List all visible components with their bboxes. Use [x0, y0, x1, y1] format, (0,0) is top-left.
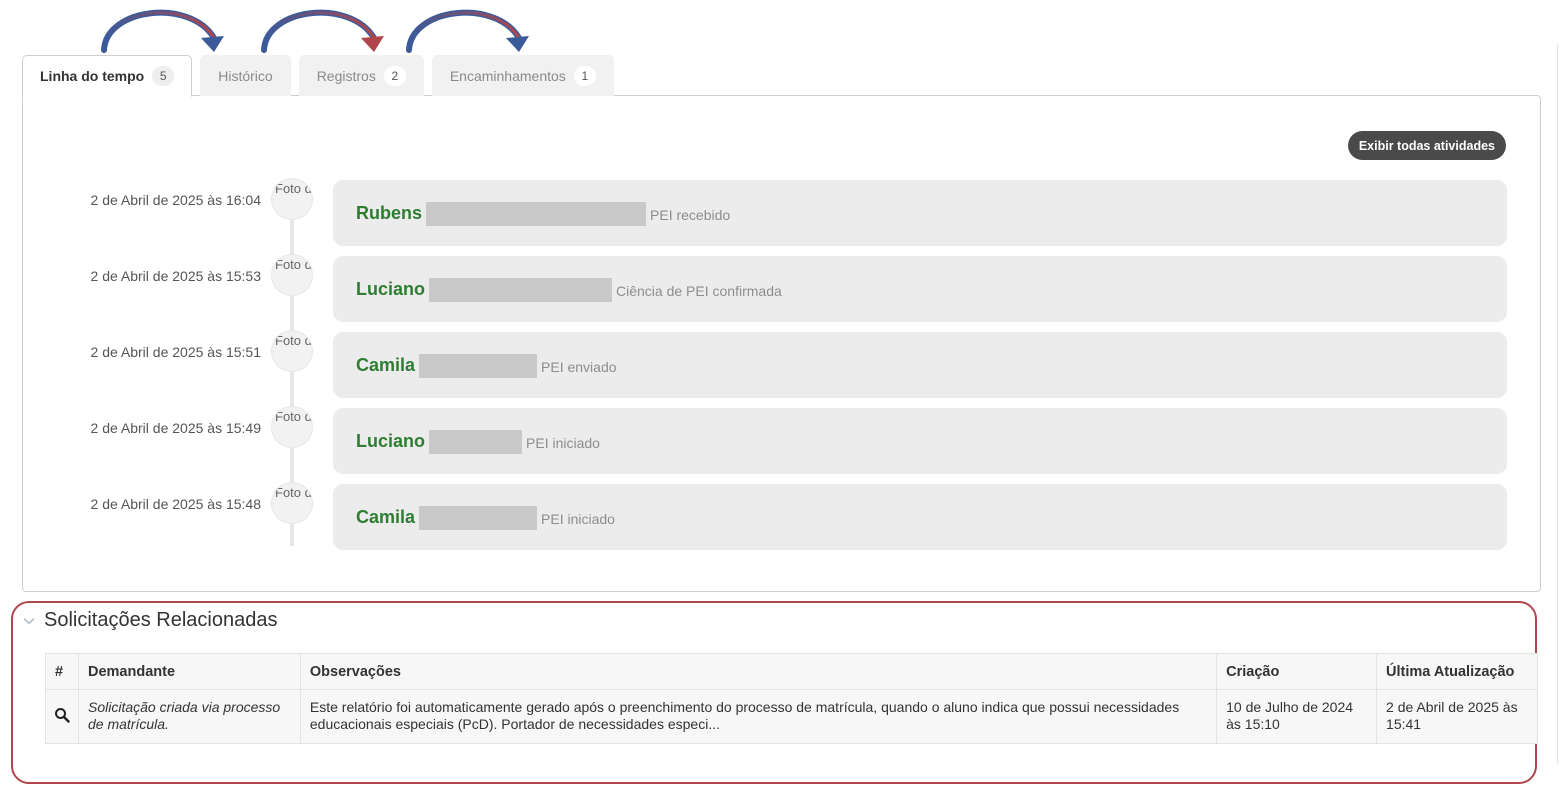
search-icon[interactable]	[54, 707, 70, 723]
timeline-event: 2 de Abril de 2025 às 15:53 Foto de perfi…	[23, 254, 1542, 322]
tab-count-badge: 5	[152, 66, 175, 86]
avatar: Foto de perfil	[271, 406, 313, 448]
column-header-demandante: Demandante	[77, 653, 301, 690]
avatar: Foto de perfil	[271, 330, 313, 372]
avatar-alt-text: Foto de perfil	[275, 485, 312, 500]
redacted-surname	[419, 354, 538, 378]
view-cell[interactable]	[45, 689, 79, 744]
event-bubble: Rubens PEI recebido	[333, 180, 1507, 246]
avatar: Foto de perfil	[271, 482, 313, 524]
redacted-surname	[419, 506, 538, 530]
event-bubble: Camila PEI enviado	[333, 332, 1507, 398]
tab-count-badge: 1	[573, 66, 596, 86]
timeline-panel: Exibir todas atividades 2 de Abril de 20…	[22, 95, 1541, 592]
avatar-alt-text: Foto de perfil	[275, 333, 312, 348]
redacted-surname	[426, 202, 647, 226]
tab-encaminhamentos[interactable]: Encaminhamentos 1	[431, 55, 614, 96]
timeline-event: 2 de Abril de 2025 às 15:48 Foto de perfi…	[23, 482, 1542, 550]
avatar: Foto de perfil	[271, 254, 313, 296]
cell-criacao: 10 de Julho de 2024 às 15:10	[1216, 689, 1378, 744]
tab-label: Encaminhamentos	[449, 68, 566, 84]
user-name-link[interactable]: Camila	[356, 507, 415, 528]
event-date: 2 de Abril de 2025 às 15:49	[90, 420, 261, 436]
user-name-link[interactable]: Luciano	[356, 279, 425, 300]
related-requests-toggle[interactable]: Solicitações Relacionadas	[22, 609, 277, 632]
column-header-observacoes: Observações	[299, 653, 1218, 690]
avatar-alt-text: Foto de perfil	[275, 409, 312, 424]
avatar: Foto de perfil	[271, 178, 313, 220]
event-action: Ciência de PEI confirmada	[616, 283, 782, 299]
tab-historico[interactable]: Histórico	[200, 55, 291, 96]
cell-observacoes: Este relatório foi automaticamente gerad…	[299, 689, 1218, 744]
table-header-row: # Demandante Observações Criação Última …	[45, 653, 1538, 690]
event-date: 2 de Abril de 2025 às 15:48	[90, 496, 261, 512]
event-action: PEI iniciado	[541, 511, 615, 527]
timeline-event: 2 de Abril de 2025 às 15:51 Foto de perfi…	[23, 330, 1542, 398]
event-action: PEI recebido	[650, 207, 731, 223]
event-date: 2 de Abril de 2025 às 15:53	[90, 268, 261, 284]
section-title: Solicitações Relacionadas	[44, 609, 278, 631]
user-name-link[interactable]: Luciano	[356, 431, 425, 452]
user-name-link[interactable]: Camila	[356, 355, 415, 376]
tab-registros[interactable]: Registros 2	[298, 55, 424, 96]
event-date: 2 de Abril de 2025 às 16:04	[90, 192, 261, 208]
avatar-alt-text: Foto de perfil	[275, 257, 312, 272]
event-bubble: Luciano Ciência de PEI confirmada	[333, 256, 1507, 322]
event-bubble: Luciano PEI iniciado	[333, 408, 1507, 474]
column-header-num: #	[45, 653, 79, 690]
timeline-event: 2 de Abril de 2025 às 16:04 Foto de perfi…	[23, 178, 1542, 246]
tab-label: Registros	[316, 68, 376, 84]
tab-bar: Linha do tempo 5 Histórico Registros 2 E…	[22, 55, 614, 97]
event-bubble: Camila PEI iniciado	[333, 484, 1507, 550]
timeline-event: 2 de Abril de 2025 às 15:49 Foto de perfi…	[23, 406, 1542, 474]
column-header-ultima-atualizacao: Última Atualização	[1376, 653, 1538, 690]
tab-count-badge: 2	[383, 66, 406, 86]
show-all-activities-button[interactable]: Exibir todas atividades	[1347, 131, 1506, 160]
event-date: 2 de Abril de 2025 às 15:51	[90, 344, 261, 360]
event-action: PEI enviado	[541, 359, 617, 375]
event-action: PEI iniciado	[526, 435, 600, 451]
table-row: Solicitação criada via processo de matrí…	[45, 689, 1538, 744]
cell-ultima-atualizacao: 2 de Abril de 2025 às 15:41	[1376, 689, 1538, 744]
tab-label: Histórico	[218, 68, 273, 84]
chevron-down-icon	[23, 617, 35, 625]
column-header-criacao: Criação	[1216, 653, 1378, 690]
related-requests-table: # Demandante Observações Criação Última …	[45, 653, 1538, 744]
avatar-alt-text: Foto de perfil	[275, 181, 312, 196]
redacted-surname	[429, 278, 613, 302]
user-name-link[interactable]: Rubens	[356, 203, 422, 224]
tab-label: Linha do tempo	[40, 68, 145, 84]
cell-demandante: Solicitação criada via processo de matrí…	[77, 689, 301, 744]
redacted-surname	[429, 430, 523, 454]
tab-linha-do-tempo[interactable]: Linha do tempo 5	[22, 55, 193, 97]
